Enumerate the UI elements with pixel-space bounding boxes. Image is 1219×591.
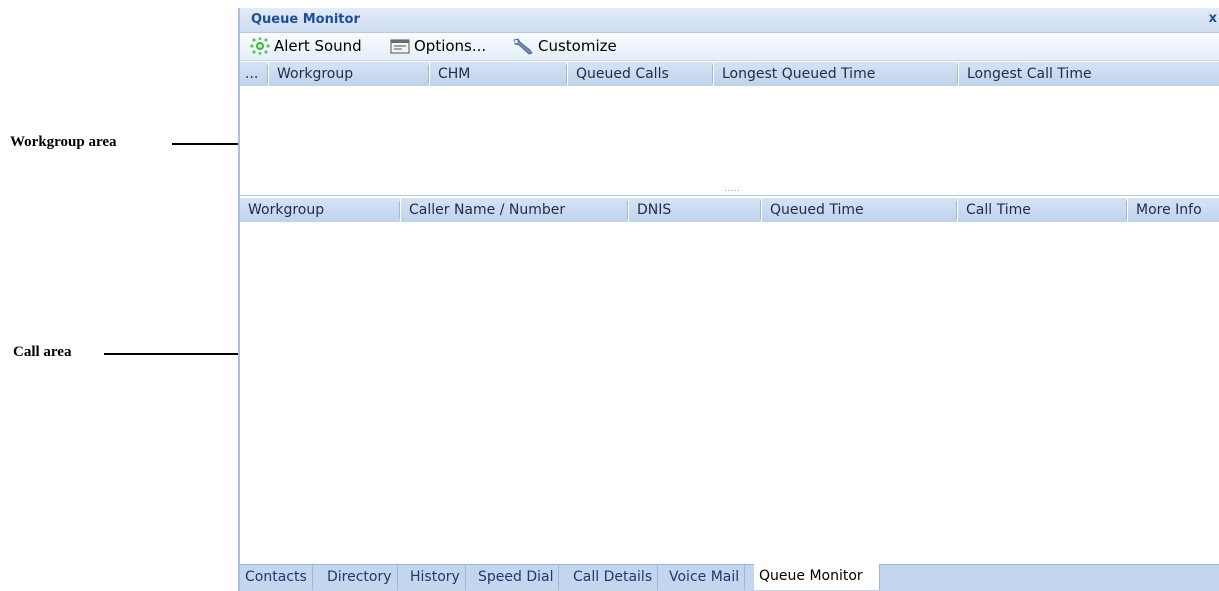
alert-sound-button[interactable]: Alert Sound bbox=[249, 36, 362, 56]
area-splitter[interactable]: ..... bbox=[240, 183, 1219, 196]
tab-speed-dial[interactable]: Speed Dial bbox=[473, 565, 560, 590]
workgroup-grid-header: ... Workgroup CHM Queued Calls Longest Q… bbox=[240, 61, 1219, 87]
alert-sound-icon bbox=[250, 37, 270, 55]
tab-bar: Contacts Directory History Speed Dial Ca… bbox=[240, 564, 1219, 591]
customize-button[interactable]: Customize bbox=[511, 36, 617, 56]
call-area-annotation: Call area bbox=[13, 344, 72, 360]
tab-history[interactable]: History bbox=[405, 565, 466, 590]
toolbar: Alert Sound Options... Customize bbox=[240, 33, 1219, 61]
column-header-chm[interactable]: CHM bbox=[428, 62, 567, 86]
tab-contacts[interactable]: Contacts bbox=[240, 565, 313, 590]
column-header-more[interactable]: ... bbox=[240, 62, 268, 86]
call-area bbox=[240, 222, 1219, 564]
tab-call-details[interactable]: Call Details bbox=[568, 565, 659, 590]
tab-directory[interactable]: Directory bbox=[322, 565, 398, 590]
call-grid-header: Workgroup Caller Name / Number DNIS Queu… bbox=[240, 197, 1219, 223]
alert-sound-label: Alert Sound bbox=[274, 37, 362, 55]
column-header-longest-queued-time[interactable]: Longest Queued Time bbox=[712, 62, 958, 86]
customize-label: Customize bbox=[538, 37, 617, 55]
customize-wrench-icon bbox=[513, 38, 533, 55]
title-bar: Queue Monitor x bbox=[240, 8, 1219, 33]
column-header-call-time[interactable]: Call Time bbox=[956, 198, 1127, 222]
options-icon bbox=[390, 39, 410, 54]
column-header-workgroup[interactable]: Workgroup bbox=[267, 62, 429, 86]
column-header-queued-time[interactable]: Queued Time bbox=[760, 198, 957, 222]
close-button[interactable]: x bbox=[1209, 11, 1217, 26]
options-button[interactable]: Options... bbox=[389, 36, 486, 56]
options-label: Options... bbox=[414, 37, 487, 55]
window-title: Queue Monitor bbox=[251, 12, 360, 27]
tab-queue-monitor[interactable]: Queue Monitor bbox=[754, 564, 880, 590]
workgroup-area bbox=[240, 86, 1219, 190]
column-header-more-info[interactable]: More Info bbox=[1126, 198, 1219, 222]
column-header-queued-calls[interactable]: Queued Calls bbox=[566, 62, 713, 86]
column-header-dnis[interactable]: DNIS bbox=[627, 198, 761, 222]
splitter-grip[interactable]: ..... bbox=[724, 183, 740, 194]
column-header-call-workgroup[interactable]: Workgroup bbox=[240, 198, 400, 222]
queue-monitor-panel: Queue Monitor x Alert Sound Options... C… bbox=[238, 8, 1219, 591]
workgroup-area-annotation: Workgroup area bbox=[10, 134, 117, 150]
column-header-longest-call-time[interactable]: Longest Call Time bbox=[957, 62, 1219, 86]
tab-voice-mail[interactable]: Voice Mail bbox=[664, 565, 746, 590]
column-header-caller-name-number[interactable]: Caller Name / Number bbox=[399, 198, 628, 222]
